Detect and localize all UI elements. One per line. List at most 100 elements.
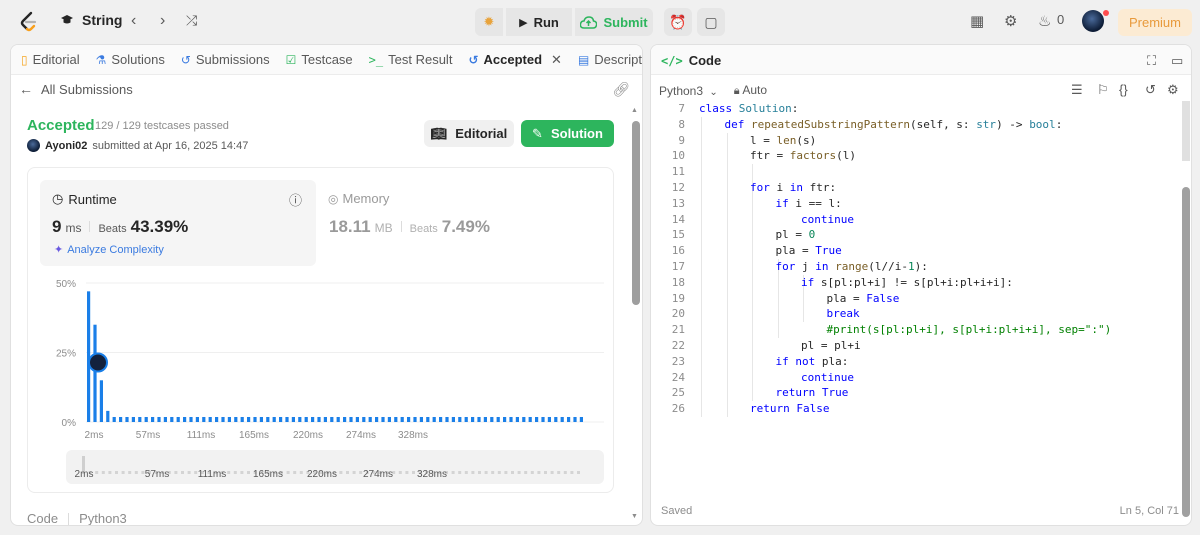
code-line[interactable]: 14 continue [651, 212, 1181, 228]
histogram-bar[interactable] [573, 416, 577, 422]
histogram-bar[interactable] [208, 416, 212, 422]
histogram-bar[interactable] [163, 416, 167, 422]
code-line[interactable]: 11 [651, 164, 1181, 180]
histogram-bar[interactable] [451, 416, 455, 422]
tab-testcase[interactable]: ☑ Testcase [278, 45, 361, 75]
code-line[interactable]: 15 pl = 0 [651, 227, 1181, 243]
code-line[interactable]: 17 for j in range(l//i-1): [651, 259, 1181, 275]
histogram-bar[interactable] [464, 416, 468, 422]
histogram-bar[interactable] [234, 416, 238, 422]
histogram-bar[interactable] [477, 416, 481, 422]
histogram-bar[interactable] [93, 324, 97, 422]
histogram-bar[interactable] [330, 416, 334, 422]
right-scrollbar[interactable] [1182, 187, 1190, 517]
histogram-bar[interactable] [432, 416, 436, 422]
code-line[interactable]: 21 #print(s[pl:pl+i], s[pl+i:pl+i+i], sep… [651, 322, 1181, 338]
tab-accepted[interactable]: ↺ Accepted ✕ [460, 45, 570, 75]
histogram-bar[interactable] [349, 416, 353, 422]
histogram-bar[interactable] [240, 416, 244, 422]
histogram-bar[interactable] [567, 416, 571, 422]
histogram-bar[interactable] [183, 416, 187, 422]
chart-range-selector[interactable]: 2ms 57ms 111ms 165ms 220ms 274ms 328ms [66, 450, 604, 484]
reset-icon[interactable]: ↺ [1145, 82, 1156, 98]
histogram-bar[interactable] [439, 416, 443, 422]
settings-icon[interactable]: ⚙ [1167, 82, 1179, 98]
histogram-bar[interactable] [323, 416, 327, 422]
histogram-bar[interactable] [471, 416, 475, 422]
histogram-bar[interactable] [176, 416, 180, 422]
code-line[interactable]: 7 class Solution: [651, 101, 1181, 117]
histogram-bar[interactable] [259, 416, 263, 422]
tab-test-result[interactable]: >_ Test Result [361, 45, 461, 75]
histogram-bar[interactable] [426, 416, 430, 422]
histogram-bar[interactable] [317, 416, 321, 422]
tab-editorial[interactable]: ▯ Editorial [11, 45, 88, 75]
tab-description[interactable]: ▤ Description [570, 45, 642, 75]
histogram-bar[interactable] [336, 416, 340, 422]
histogram-bar[interactable] [144, 416, 148, 422]
histogram-bar[interactable] [522, 416, 526, 422]
histogram-bar[interactable] [560, 416, 564, 422]
histogram-bar[interactable] [221, 416, 225, 422]
code-line[interactable]: 20 break [651, 306, 1181, 322]
histogram-bar[interactable] [138, 416, 142, 422]
debug-button[interactable]: ✹ [475, 8, 503, 36]
histogram-bar[interactable] [355, 416, 359, 422]
histogram-bar[interactable] [528, 416, 532, 422]
shuffle-icon[interactable]: ⤮ [186, 12, 197, 29]
code-area[interactable]: 7 class Solution: 8 def repeatedSubstringPa… [651, 101, 1181, 417]
histogram-bar[interactable] [291, 416, 295, 422]
histogram-bar[interactable] [381, 416, 385, 422]
histogram-bar[interactable] [496, 416, 500, 422]
histogram-bar[interactable] [483, 416, 487, 422]
code-tab[interactable]: </> Code [661, 53, 721, 68]
gear-icon[interactable]: ⚙ [1004, 12, 1017, 30]
histogram-bar[interactable] [547, 416, 551, 422]
histogram-bar[interactable] [285, 416, 289, 422]
layout-grid-icon[interactable]: ▦ [970, 12, 984, 30]
histogram-bar[interactable] [554, 416, 558, 422]
window-icon[interactable]: ▭ [1171, 53, 1183, 69]
code-line[interactable]: 16 pla = True [651, 243, 1181, 259]
share-link-icon[interactable]: 🔗︎ [612, 81, 630, 98]
user-avatar[interactable] [1082, 10, 1104, 32]
submit-button[interactable]: Submit [575, 8, 653, 36]
histogram-bar[interactable] [195, 416, 199, 422]
tab-solutions[interactable]: ⚗ Solutions [88, 45, 173, 75]
histogram-bar[interactable] [579, 416, 583, 422]
bookmark-icon[interactable]: ⚐ [1097, 82, 1109, 98]
histogram-bar[interactable] [490, 416, 494, 422]
histogram-bar[interactable] [407, 416, 411, 422]
runtime-distribution-chart[interactable]: 0% 25% 50% 2ms 57ms 111ms 165ms 220ms 274ms 328ms [28, 268, 615, 448]
editorial-button[interactable]: 📖︎ Editorial [424, 120, 514, 147]
histogram-bar[interactable] [298, 416, 302, 422]
code-line[interactable]: 18 if s[pl:pl+i] != s[pl+i:pl+i+i]: [651, 275, 1181, 291]
histogram-bar[interactable] [272, 416, 276, 422]
chevron-right-icon[interactable]: › [160, 12, 165, 30]
user-position-avatar[interactable] [88, 352, 108, 373]
histogram-bar[interactable] [400, 416, 404, 422]
histogram-bar[interactable] [311, 416, 315, 422]
histogram-bar[interactable] [119, 416, 123, 422]
histogram-bar[interactable] [157, 416, 161, 422]
code-line[interactable]: 13 if i == l: [651, 196, 1181, 212]
histogram-bar[interactable] [247, 416, 251, 422]
histogram-bar[interactable] [445, 416, 449, 422]
close-icon[interactable]: ✕ [551, 52, 562, 68]
histogram-bar[interactable] [131, 416, 135, 422]
histogram-bar[interactable] [215, 416, 219, 422]
histogram-bar[interactable] [503, 416, 507, 422]
histogram-bar[interactable] [266, 416, 270, 422]
scroll-down-arrow[interactable]: ▼ [631, 513, 638, 520]
histogram-bar[interactable] [106, 410, 110, 422]
notes-button[interactable]: ▢ [697, 8, 725, 36]
left-scrollbar[interactable] [632, 121, 640, 305]
run-button[interactable]: ▶ Run [506, 8, 572, 36]
autocomplete-mode[interactable]: 🔒︎ Auto [734, 83, 767, 98]
histogram-bar[interactable] [125, 416, 129, 422]
code-line[interactable]: 23 if not pla: [651, 354, 1181, 370]
code-line[interactable]: 22 pl = pl+i [651, 338, 1181, 354]
tab-submissions[interactable]: ↺ Submissions [173, 45, 278, 75]
histogram-bar[interactable] [368, 416, 372, 422]
histogram-bar[interactable] [509, 416, 513, 422]
